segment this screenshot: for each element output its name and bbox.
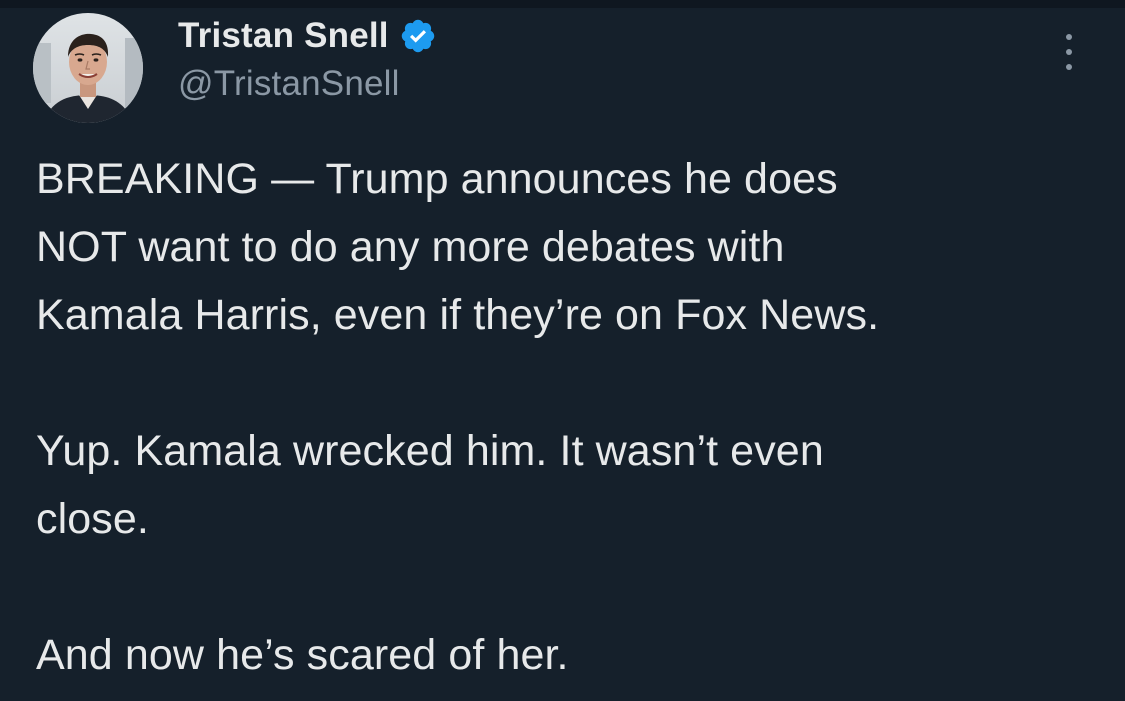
more-options-button[interactable] bbox=[1054, 30, 1084, 74]
avatar-photo-icon bbox=[33, 13, 143, 123]
author-name-row: Tristan Snell bbox=[178, 14, 437, 58]
author-handle[interactable]: @TristanSnell bbox=[178, 64, 400, 104]
tweet-paragraph: BREAKING — Trump announces he does NOT w… bbox=[36, 155, 880, 339]
tweet-paragraph: Yup. Kamala wrecked him. It wasn’t even … bbox=[36, 427, 824, 543]
tweet-text: BREAKING — Trump announces he does NOT w… bbox=[36, 145, 1096, 689]
author-name[interactable]: Tristan Snell bbox=[178, 16, 389, 56]
verified-badge-icon bbox=[401, 19, 434, 53]
author-avatar[interactable] bbox=[33, 13, 143, 123]
more-vertical-icon bbox=[1066, 49, 1072, 55]
more-vertical-icon bbox=[1066, 64, 1072, 70]
tweet-paragraph: And now he’s scared of her. bbox=[36, 631, 569, 679]
tweet-card: Tristan Snell @TristanSnell BREAKING — T… bbox=[0, 0, 1125, 701]
more-vertical-icon bbox=[1066, 34, 1072, 40]
